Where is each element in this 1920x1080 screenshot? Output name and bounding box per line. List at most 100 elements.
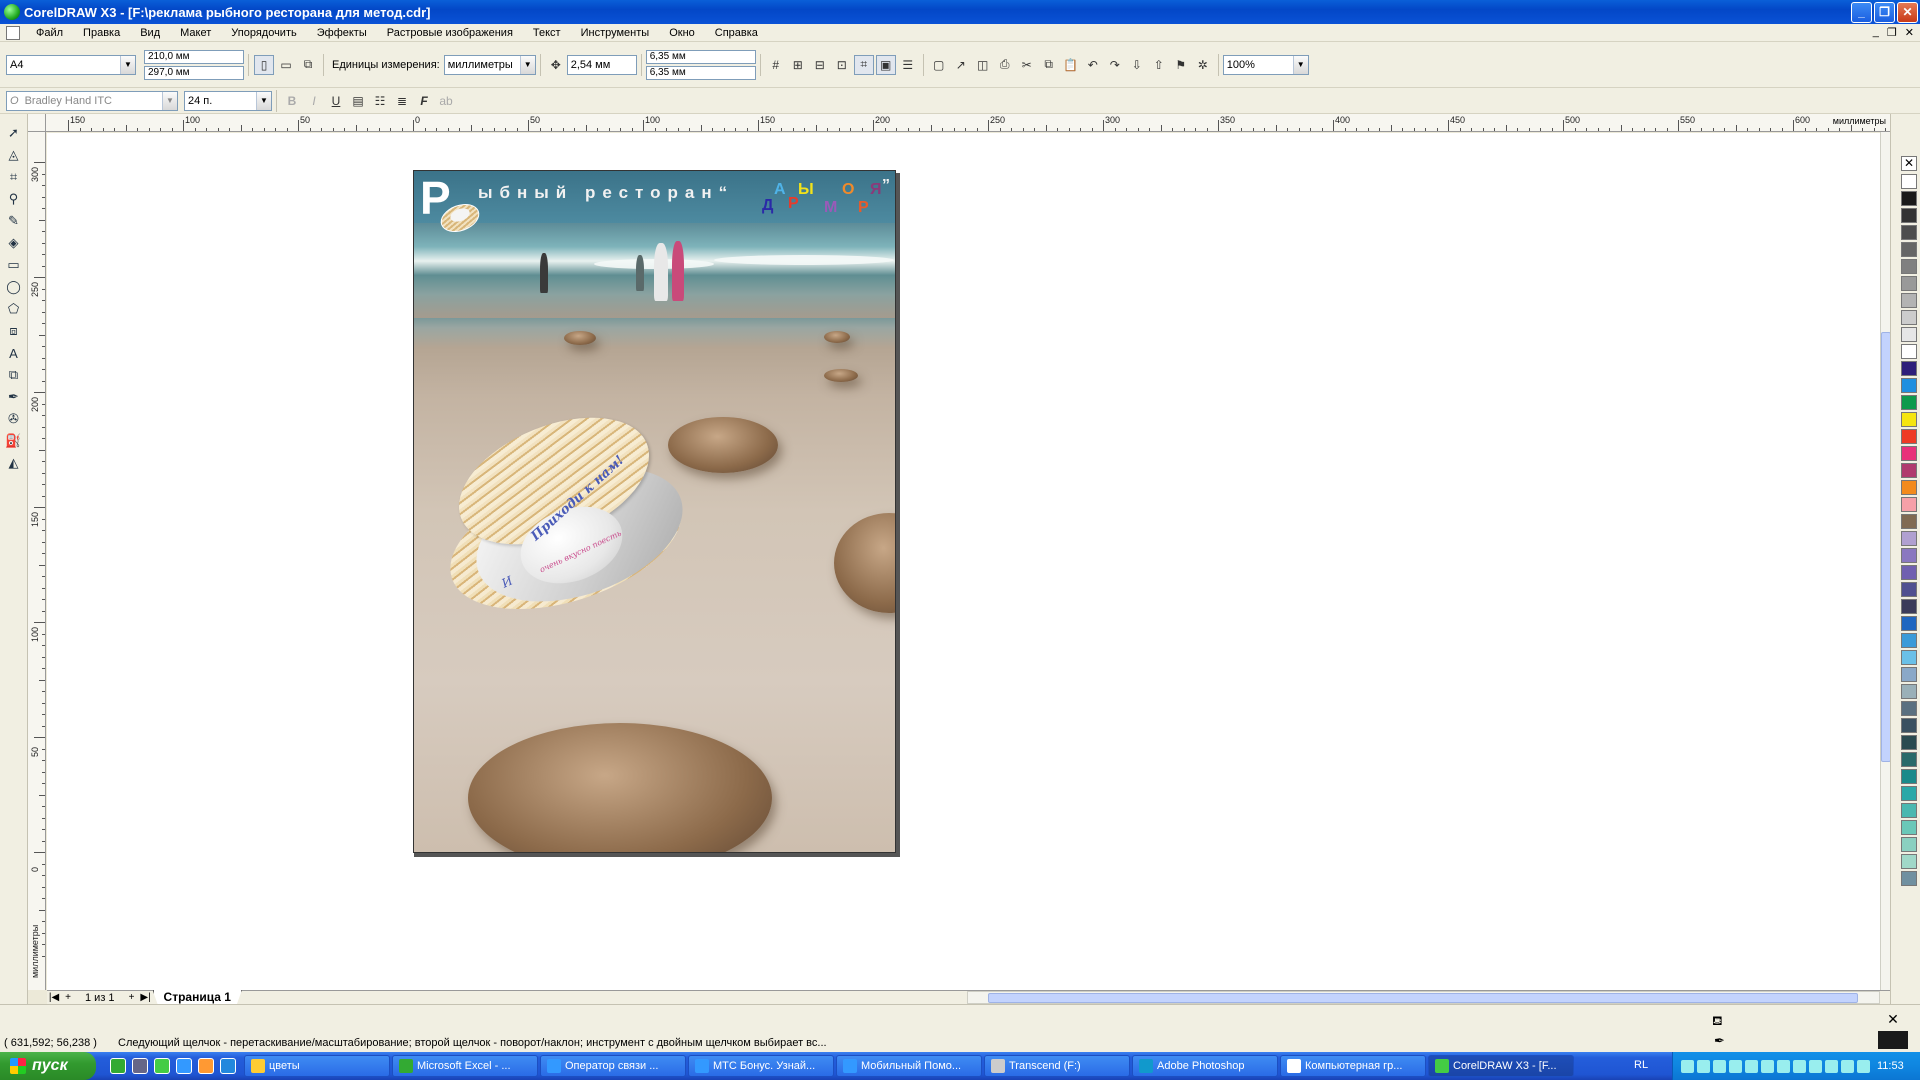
duplicate-x-input[interactable]: 6,35 мм — [645, 49, 756, 64]
snap-guides-icon[interactable]: ⊟ — [810, 55, 830, 75]
page-tab[interactable]: Страница 1 — [152, 990, 242, 1005]
zoom-select[interactable]: 100% ▼ — [1222, 54, 1309, 75]
close-button[interactable]: ✕ — [1897, 1, 1918, 23]
app-quick-icon[interactable] — [132, 1058, 148, 1074]
smart-fill-tool-icon[interactable]: ◈ — [4, 234, 24, 252]
nudge-input[interactable]: 2,54 мм — [566, 54, 637, 75]
horizontal-scrollbar[interactable] — [967, 991, 1880, 1004]
color-swatch[interactable] — [1901, 429, 1917, 444]
fill-bucket-icon[interactable]: ⛾ — [1712, 1013, 1723, 1031]
color-swatch[interactable] — [1901, 871, 1917, 886]
no-outline-icon[interactable]: ✕ — [1878, 1011, 1908, 1027]
headline-text[interactable]: ыбный ресторан“ — [478, 183, 734, 203]
page-width-input[interactable]: 210,0 мм — [144, 49, 244, 64]
start-button[interactable]: пуск — [0, 1052, 96, 1080]
interactive-blend-tool-icon[interactable]: ⧉ — [4, 366, 24, 384]
maximize-button[interactable]: ❐ — [1874, 1, 1895, 23]
document-page[interactable]: Приходи к нам! очень вкусно поесть И Р ы… — [413, 170, 896, 853]
portrait-icon[interactable]: ▯ — [254, 54, 274, 75]
options-icon[interactable]: ☰ — [898, 55, 918, 75]
clock[interactable]: 11:53 — [1877, 1060, 1904, 1072]
menu-layout[interactable]: Макет — [170, 27, 221, 39]
document-icon[interactable] — [6, 25, 20, 40]
color-swatch[interactable] — [1901, 582, 1917, 597]
columns-icon[interactable]: ≣ — [392, 91, 412, 111]
color-swatch[interactable] — [1901, 208, 1917, 223]
text-tool-icon[interactable]: A — [4, 344, 24, 362]
brand-letter[interactable]: Р — [788, 195, 799, 213]
vertical-ruler[interactable]: миллиметры 300 250 200 150 100 50 0 — [28, 132, 46, 990]
save-icon[interactable]: ◫ — [973, 55, 993, 75]
doc-minimize-button[interactable]: _ — [1873, 26, 1879, 39]
firefox-quick-icon[interactable] — [198, 1058, 214, 1074]
color-swatch[interactable] — [1901, 599, 1917, 614]
all-pages-icon[interactable]: ⧉ — [298, 55, 318, 75]
new-icon[interactable]: ▢ — [929, 55, 949, 75]
brand-letter[interactable]: М — [824, 199, 837, 217]
coreldraw-app-icon[interactable] — [4, 4, 20, 20]
color-swatch[interactable] — [1901, 735, 1917, 750]
tray-icon[interactable] — [1697, 1059, 1710, 1073]
landscape-icon[interactable]: ▭ — [276, 55, 296, 75]
chevron-down-icon[interactable]: ▼ — [120, 55, 135, 74]
launcher-icon[interactable]: ⚑ — [1171, 55, 1191, 75]
color-swatch[interactable] — [1901, 684, 1917, 699]
color-swatch[interactable] — [1901, 718, 1917, 733]
color-swatch[interactable] — [1901, 344, 1917, 359]
fill-tool-icon[interactable]: ⛽ — [4, 432, 24, 450]
menu-file[interactable]: Файл — [26, 27, 73, 39]
task-button[interactable]: Adobe Photoshop — [1132, 1055, 1278, 1077]
ie-quick-icon[interactable] — [176, 1058, 192, 1074]
outline-tool-icon[interactable]: ✇ — [4, 410, 24, 428]
polygon-tool-icon[interactable]: ⬠ — [4, 300, 24, 318]
task-button[interactable]: цветы — [244, 1055, 390, 1077]
tray-icon[interactable] — [1793, 1059, 1806, 1073]
chevron-down-icon[interactable]: ▼ — [162, 91, 177, 110]
character-format-icon[interactable]: F — [414, 91, 434, 111]
task-button[interactable]: МТС Бонус. Узнай... — [688, 1055, 834, 1077]
menu-view[interactable]: Вид — [130, 27, 170, 39]
color-swatch[interactable] — [1901, 752, 1917, 767]
brand-letter[interactable]: Я — [870, 181, 882, 199]
browser-quick-icon[interactable] — [220, 1058, 236, 1074]
rectangle-tool-icon[interactable]: ▭ — [4, 256, 24, 274]
tray-icon[interactable] — [1713, 1059, 1726, 1073]
color-swatch[interactable] — [1901, 378, 1917, 393]
chevron-down-icon[interactable]: ▼ — [256, 91, 271, 110]
font-select[interactable]: O Bradley Hand ITC ▼ — [6, 90, 178, 111]
tray-icon[interactable] — [1745, 1059, 1758, 1073]
underline-icon[interactable]: U — [326, 91, 346, 111]
tray-icon[interactable] — [1809, 1059, 1822, 1073]
doc-restore-button[interactable]: ❐ — [1887, 26, 1897, 39]
undo-icon[interactable]: ↶ — [1083, 55, 1103, 75]
italic-icon[interactable]: I — [304, 91, 324, 111]
color-swatch[interactable] — [1901, 616, 1917, 631]
tray-icon[interactable] — [1825, 1059, 1838, 1073]
task-button[interactable]: Microsoft Excel - ... — [392, 1055, 538, 1077]
color-swatch[interactable] — [1901, 191, 1917, 206]
brand-letter[interactable]: Ы — [798, 181, 814, 199]
cut-icon[interactable]: ✂ — [1017, 55, 1037, 75]
edit-text-icon[interactable]: ab — [436, 91, 456, 111]
color-swatch[interactable] — [1901, 412, 1917, 427]
brand-letter[interactable]: О — [842, 181, 854, 199]
menu-help[interactable]: Справка — [705, 27, 768, 39]
menu-edit[interactable]: Правка — [73, 27, 130, 39]
alignment-icon[interactable]: ▤ — [348, 91, 368, 111]
task-button[interactable]: Компьютерная гр... — [1280, 1055, 1426, 1077]
color-swatch[interactable] — [1901, 531, 1917, 546]
tray-icon[interactable] — [1857, 1059, 1870, 1073]
color-swatch[interactable] — [1901, 786, 1917, 801]
menu-tools[interactable]: Инструменты — [571, 27, 660, 39]
ruler-origin-corner[interactable] — [28, 114, 46, 132]
brand-letter[interactable]: Д — [762, 197, 773, 215]
dynamic-guides-icon[interactable]: ⌗ — [853, 54, 874, 75]
units-select[interactable]: миллиметры ▼ — [443, 54, 536, 75]
tray-icon[interactable] — [1681, 1059, 1694, 1073]
menu-effects[interactable]: Эффекты — [307, 27, 377, 39]
first-page-icon[interactable]: |◀ — [47, 992, 61, 1003]
color-swatch[interactable] — [1901, 633, 1917, 648]
redo-icon[interactable]: ↷ — [1105, 55, 1125, 75]
color-swatch[interactable] — [1901, 837, 1917, 852]
color-swatch[interactable] — [1901, 565, 1917, 580]
